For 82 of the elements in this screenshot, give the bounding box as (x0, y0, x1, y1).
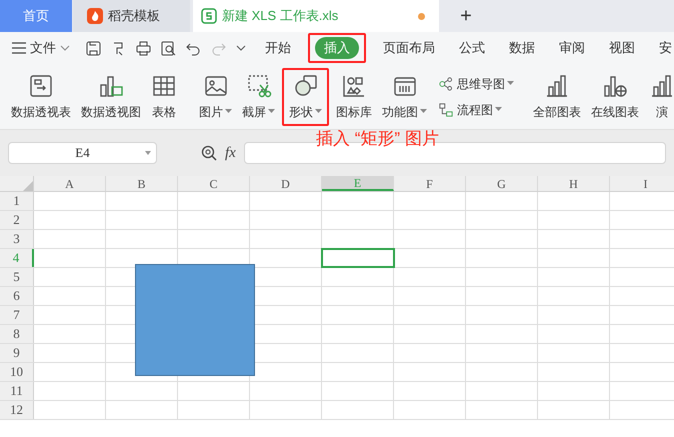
ribbon-button[interactable]: 数据透视图 (78, 68, 144, 126)
ribbon-label: 流程图 (457, 100, 502, 118)
ribbon-button[interactable]: 思维导图 (438, 74, 514, 92)
column-header[interactable]: H (538, 176, 610, 191)
ribbon-button[interactable]: 功能图 (379, 68, 430, 126)
ribbon-label: 数据透视图 (81, 104, 141, 120)
document-tab[interactable]: 稻壳模板 (73, 0, 190, 32)
file-menu-button[interactable]: 文件 (12, 38, 70, 58)
ribbon-label: 功能图 (382, 102, 427, 120)
function-label[interactable]: fx (225, 142, 236, 164)
row-header[interactable]: 6 (0, 287, 34, 305)
ribbon-label: 图片 (199, 102, 232, 120)
ribbon-label: 演 (656, 104, 668, 120)
mind-map-icon (438, 76, 454, 92)
caret-icon (495, 107, 502, 112)
ribbon-tab[interactable]: 安 (652, 33, 674, 63)
flame-logo-icon (87, 8, 103, 24)
caret-icon (315, 109, 322, 114)
ribbon-tab[interactable]: 审阅 (552, 33, 592, 63)
row-header[interactable]: 5 (0, 268, 34, 286)
ribbon-label: 表格 (152, 104, 176, 120)
row-header[interactable]: 11 (0, 382, 34, 400)
menu-icon (12, 42, 26, 54)
row-header[interactable]: 7 (0, 306, 34, 324)
caret-icon (420, 109, 427, 114)
ribbon-tab[interactable]: 视图 (602, 33, 642, 63)
ribbon-tab[interactable]: 数据 (502, 33, 542, 63)
name-box[interactable]: E4 (8, 142, 157, 164)
caret-icon (268, 109, 275, 114)
ribbon-button[interactable]: 在线图表 (588, 68, 642, 126)
caret-icon (507, 81, 514, 86)
ribbon-label: 数据透视表 (11, 104, 71, 120)
spreadsheet-logo-icon (201, 8, 217, 24)
ribbon-button[interactable]: 全部图表 (530, 68, 584, 126)
ribbon-label: 图标库 (336, 104, 372, 120)
ribbon-button[interactable]: 形状 (282, 68, 329, 126)
row-header[interactable]: 10 (0, 363, 34, 381)
ribbon-button[interactable]: 截屏 (239, 68, 278, 126)
column-header[interactable]: B (106, 176, 178, 191)
new-tab-button[interactable]: + (443, 0, 489, 32)
ribbon-button[interactable]: 演 (646, 68, 674, 126)
pivot-table-icon (28, 72, 54, 98)
ribbon-button[interactable]: 流程图 (438, 100, 514, 118)
ribbon-label: 思维导图 (457, 74, 514, 92)
shapes-icon (292, 72, 318, 98)
caret-icon (225, 109, 232, 114)
scissors-icon (246, 72, 272, 98)
column-header[interactable]: I (610, 176, 674, 191)
print-icon[interactable] (136, 40, 151, 56)
caret-icon[interactable] (236, 43, 246, 53)
ribbon-label: 形状 (289, 102, 322, 120)
row-header[interactable]: 8 (0, 325, 34, 343)
chevron-down-icon (60, 45, 70, 51)
ribbon-tab[interactable]: 页面布局 (376, 33, 442, 63)
column-header[interactable]: G (466, 176, 538, 191)
selected-cell[interactable] (322, 249, 394, 267)
zoom-icon[interactable] (201, 145, 217, 161)
bar-chart-icon (544, 72, 570, 98)
ribbon-label: 全部图表 (533, 104, 581, 120)
ribbon-label: 截屏 (242, 102, 275, 120)
ribbon-button[interactable]: 图片 (196, 68, 235, 126)
column-header[interactable]: A (34, 176, 106, 191)
row-header[interactable]: 1 (0, 192, 34, 210)
row-header[interactable]: 3 (0, 230, 34, 248)
ribbon-button[interactable]: 图标库 (333, 68, 375, 126)
row-header[interactable]: 12 (0, 401, 34, 419)
column-header[interactable]: F (394, 176, 466, 191)
caret-icon (145, 151, 151, 155)
ribbon-tab[interactable]: 公式 (452, 33, 492, 63)
column-header[interactable]: C (178, 176, 250, 191)
ribbon-label: 在线图表 (591, 104, 639, 120)
save-icon[interactable] (86, 40, 101, 56)
print-preview-icon[interactable] (161, 40, 176, 56)
row-header[interactable]: 2 (0, 211, 34, 229)
annotation-text: 插入 “矩形” 图片 (316, 128, 439, 150)
ribbon-button[interactable]: 数据透视表 (8, 68, 74, 126)
ribbon-tab[interactable]: 开始 (258, 33, 298, 63)
row-header[interactable]: 9 (0, 344, 34, 362)
bar-chart-icon (649, 72, 674, 98)
undo-icon[interactable] (186, 40, 201, 56)
ribbon-button[interactable]: 表格 (148, 68, 180, 126)
flowchart-icon (438, 102, 454, 118)
